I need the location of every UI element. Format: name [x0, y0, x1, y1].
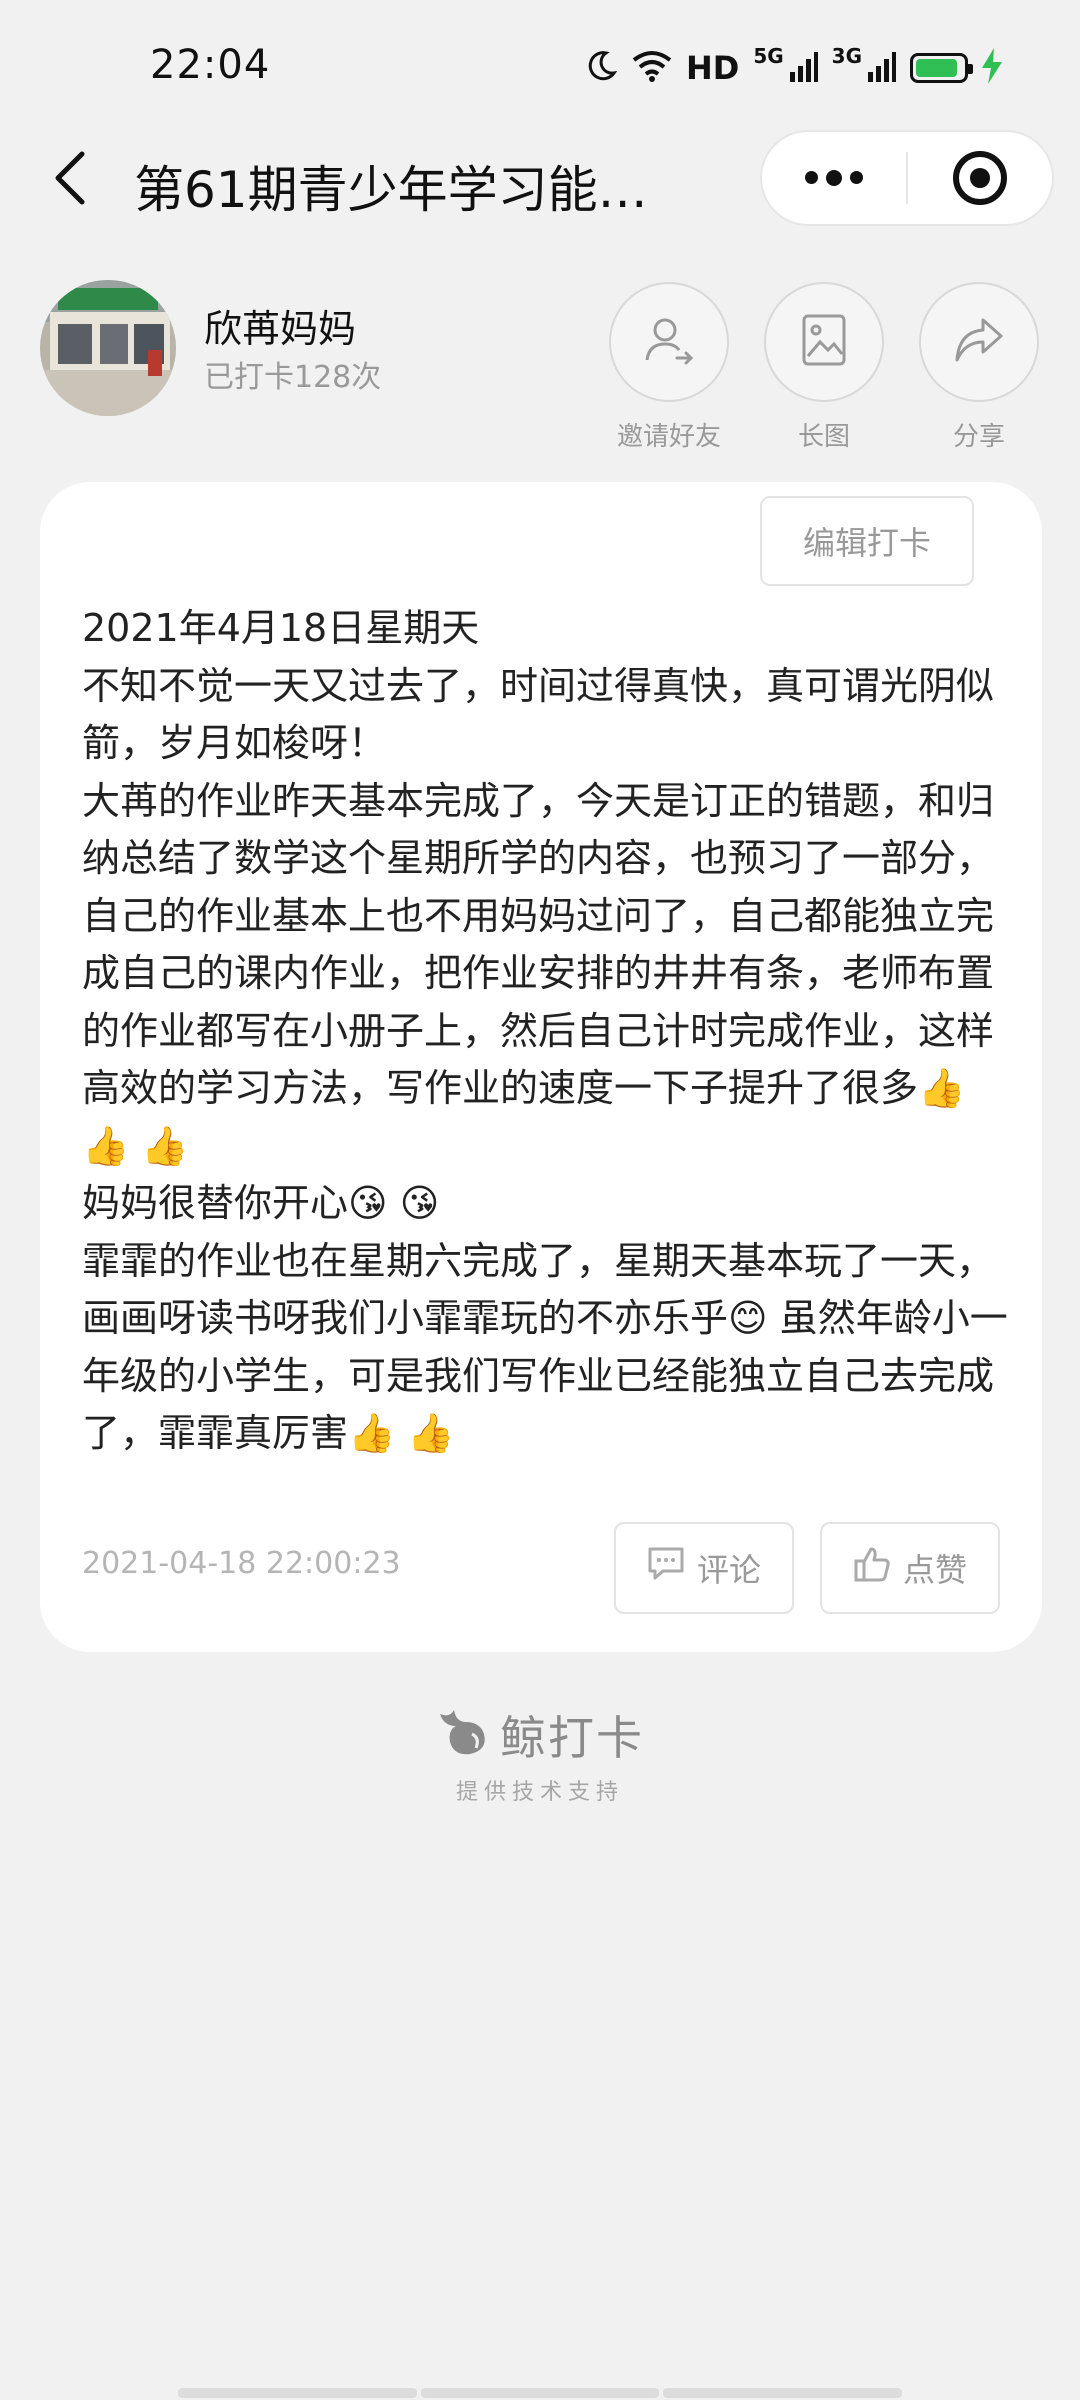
action-label: 邀请好友 — [616, 422, 721, 452]
post-content: 2021年4月18日星期天 不知不觉一天又过去了，时间过得真快，真可谓光阴似箭，… — [82, 600, 1012, 1463]
edit-checkin-button[interactable]: 编辑打卡 — [760, 496, 974, 586]
battery-icon — [910, 53, 973, 83]
battery-level — [916, 59, 958, 77]
comment-icon — [647, 1546, 685, 1590]
thumbs-up-icon — [853, 1545, 891, 1591]
post-line: 霏霏的作业也在星期六完成了，星期天基本玩了一天，画画呀读书呀我们小霏霏玩的不亦乐… — [82, 1238, 1008, 1456]
signal-bars-icon — [868, 50, 896, 86]
whale-logo-icon — [436, 1708, 492, 1762]
share-arrow-icon — [951, 314, 1007, 370]
long-image-button[interactable]: 长图 — [762, 282, 886, 453]
avatar[interactable] — [40, 280, 176, 416]
post-line: 妈妈很替你开心😘 😘 — [82, 1181, 440, 1225]
signal-3g-label: 3G — [831, 44, 862, 68]
comment-label: 评论 — [696, 1551, 761, 1589]
more-dots-icon — [805, 169, 863, 186]
charging-icon — [982, 48, 1002, 88]
more-button[interactable] — [762, 132, 906, 224]
post-line: 不知不觉一天又过去了，时间过得真快，真可谓光阴似箭，岁月如梭呀！ — [82, 663, 995, 766]
action-circle — [764, 282, 884, 402]
target-icon — [952, 151, 1007, 205]
back-button[interactable] — [40, 146, 100, 214]
hd-label: HD — [685, 49, 740, 87]
action-circle — [609, 282, 729, 402]
action-label: 长图 — [797, 422, 850, 452]
close-mini-program-button[interactable] — [908, 132, 1052, 224]
brand-subtitle: 提供技术支持 — [455, 1780, 624, 1805]
brand-name: 鲸打卡 — [500, 1711, 644, 1765]
invite-user-icon — [641, 312, 697, 372]
user-header: 欣苒妈妈 已打卡128次 邀请好友 长图 分享 — [0, 270, 1080, 453]
nav-bar: 第61期青少年学习能… — [0, 130, 1080, 230]
action-circle — [919, 282, 1039, 402]
post-timestamp: 2021-04-18 22:00:23 — [82, 1546, 401, 1581]
checkin-count: 已打卡128次 — [204, 360, 382, 395]
page: 22:04 HD 5G 3G 第61期青少年学习能… 欣苒妈妈 已打卡128次 … — [0, 0, 1080, 2400]
wifi-icon — [632, 50, 672, 86]
status-bar: 22:04 HD 5G 3G — [0, 0, 1080, 130]
home-indicator — [178, 2388, 903, 2398]
signal-5g-label: 5G — [753, 44, 784, 68]
like-button[interactable]: 点赞 — [820, 1522, 1000, 1614]
brand-footer: 鲸打卡 提供技术支持 — [0, 1702, 1080, 1806]
action-label: 分享 — [952, 422, 1005, 452]
page-title: 第61期青少年学习能… — [134, 161, 648, 219]
long-image-icon — [800, 312, 848, 372]
status-icons: HD 5G 3G — [584, 44, 1002, 90]
invite-friends-button[interactable]: 邀请好友 — [607, 282, 731, 453]
like-label: 点赞 — [902, 1551, 967, 1589]
checkin-card: 编辑打卡 2021年4月18日星期天 不知不觉一天又过去了，时间过得真快，真可谓… — [40, 482, 1042, 1652]
back-arrow-icon — [52, 150, 88, 210]
status-time: 22:04 — [150, 42, 271, 88]
user-name: 欣苒妈妈 — [204, 307, 357, 351]
post-line: 2021年4月18日星期天 — [82, 606, 480, 650]
moon-icon — [584, 49, 618, 87]
signal-bars-icon — [789, 50, 818, 86]
mini-program-capsule — [760, 130, 1054, 226]
comment-button[interactable]: 评论 — [614, 1522, 794, 1614]
post-line: 大苒的作业昨天基本完成了，今天是订正的错题，和归纳总结了数学这个星期所学的内容，… — [82, 778, 995, 1168]
share-button[interactable]: 分享 — [917, 282, 1041, 453]
